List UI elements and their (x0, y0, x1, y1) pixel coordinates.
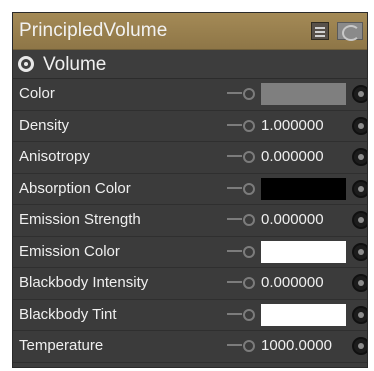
parameter-value[interactable]: 0.000000 (261, 211, 324, 228)
parameter-row[interactable]: Emission Color (13, 236, 367, 268)
socket-icon[interactable] (352, 116, 367, 135)
section-label: Volume (43, 54, 107, 75)
parameter-row[interactable]: Absorption Color (13, 173, 367, 205)
parameter-label: Color (19, 85, 55, 102)
parameter-label: Blackbody Tint (19, 305, 117, 323)
parameter-row[interactable]: Blackbody Tint (13, 299, 367, 331)
parameter-value[interactable]: 0.000000 (261, 274, 324, 291)
parameter-row[interactable]: Blackbody Intensity 0.000000 (13, 268, 367, 300)
parameter-list: Color Density 1.000000 Anisotropy 0.000000 Ab… (13, 79, 367, 363)
link-icon[interactable] (227, 150, 255, 164)
parameter-value[interactable]: 1.000000 (261, 117, 324, 134)
socket-icon[interactable] (352, 274, 367, 292)
socket-icon[interactable] (352, 179, 367, 198)
socket-icon[interactable] (352, 305, 367, 324)
principled-volume-node: PrincipledVolume Volume Color Density 1.00… (12, 12, 368, 368)
node-header[interactable]: PrincipledVolume (13, 13, 367, 50)
color-swatch[interactable] (261, 240, 346, 263)
parameter-label: Anisotropy (19, 148, 90, 165)
socket-icon[interactable] (352, 211, 367, 229)
socket-icon[interactable] (352, 337, 367, 355)
socket-icon[interactable] (352, 242, 367, 261)
color-swatch[interactable] (261, 177, 346, 200)
parameter-row[interactable]: Anisotropy 0.000000 (13, 142, 367, 174)
parameter-label: Blackbody Intensity (19, 274, 149, 291)
parameter-label: Temperature (19, 337, 104, 354)
link-icon[interactable] (227, 276, 255, 290)
section-volume[interactable]: Volume (13, 50, 367, 79)
parameter-label: Emission Strength (19, 211, 141, 228)
color-swatch[interactable] (261, 303, 346, 326)
parameter-row[interactable]: Color (13, 79, 367, 111)
node-title: PrincipledVolume (19, 20, 168, 41)
link-icon[interactable] (227, 182, 255, 196)
socket-icon[interactable] (352, 85, 367, 103)
link-icon[interactable] (227, 308, 255, 322)
preview-icon[interactable] (337, 22, 363, 41)
parameter-label: Emission Color (19, 242, 120, 260)
link-icon[interactable] (227, 245, 255, 259)
color-swatch[interactable] (261, 83, 346, 105)
parameter-value[interactable]: 1000.0000 (261, 337, 332, 354)
list-icon[interactable] (311, 22, 329, 40)
eye-icon[interactable] (18, 56, 34, 72)
parameter-label: Absorption Color (19, 179, 131, 197)
link-icon[interactable] (227, 339, 255, 353)
link-icon[interactable] (227, 87, 255, 101)
parameter-label: Density (19, 116, 70, 134)
parameter-row[interactable]: Temperature 1000.0000 (13, 331, 367, 363)
socket-icon[interactable] (352, 148, 367, 166)
link-icon[interactable] (227, 213, 255, 227)
parameter-row[interactable]: Density 1.000000 (13, 110, 367, 142)
parameter-value[interactable]: 0.000000 (261, 148, 324, 165)
link-icon[interactable] (227, 119, 255, 133)
parameter-row[interactable]: Emission Strength 0.000000 (13, 205, 367, 237)
